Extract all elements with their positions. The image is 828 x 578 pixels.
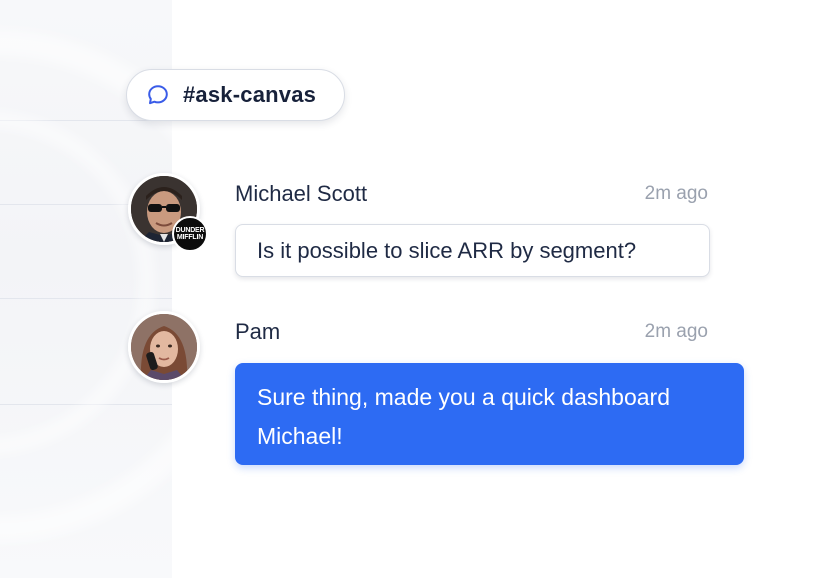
channel-name: #ask-canvas bbox=[183, 82, 317, 107]
channel-tag[interactable]: #ask-canvas bbox=[126, 69, 345, 121]
message-timestamp: 2m ago bbox=[644, 183, 708, 204]
logo-text: MIFFLIN bbox=[176, 234, 204, 241]
logo-text: DUNDER bbox=[175, 227, 205, 234]
message-text: Sure thing, made you a quick dashboard M… bbox=[257, 384, 670, 449]
message-timestamp: 2m ago bbox=[644, 321, 708, 342]
panel-divider bbox=[0, 404, 172, 405]
message-bubble-outgoing: Sure thing, made you a quick dashboard M… bbox=[235, 363, 744, 465]
pam-avatar[interactable] bbox=[128, 311, 200, 383]
dunder-mifflin-logo: DUNDER MIFFLIN bbox=[172, 216, 208, 252]
message-author[interactable]: Pam bbox=[235, 319, 280, 345]
message-author[interactable]: Michael Scott bbox=[235, 181, 367, 207]
message-text: Is it possible to slice ARR by segment? bbox=[257, 237, 637, 263]
message-bubble: Is it possible to slice ARR by segment? bbox=[235, 224, 710, 277]
panel-divider bbox=[0, 298, 172, 299]
chat-bubble-icon bbox=[146, 83, 170, 107]
